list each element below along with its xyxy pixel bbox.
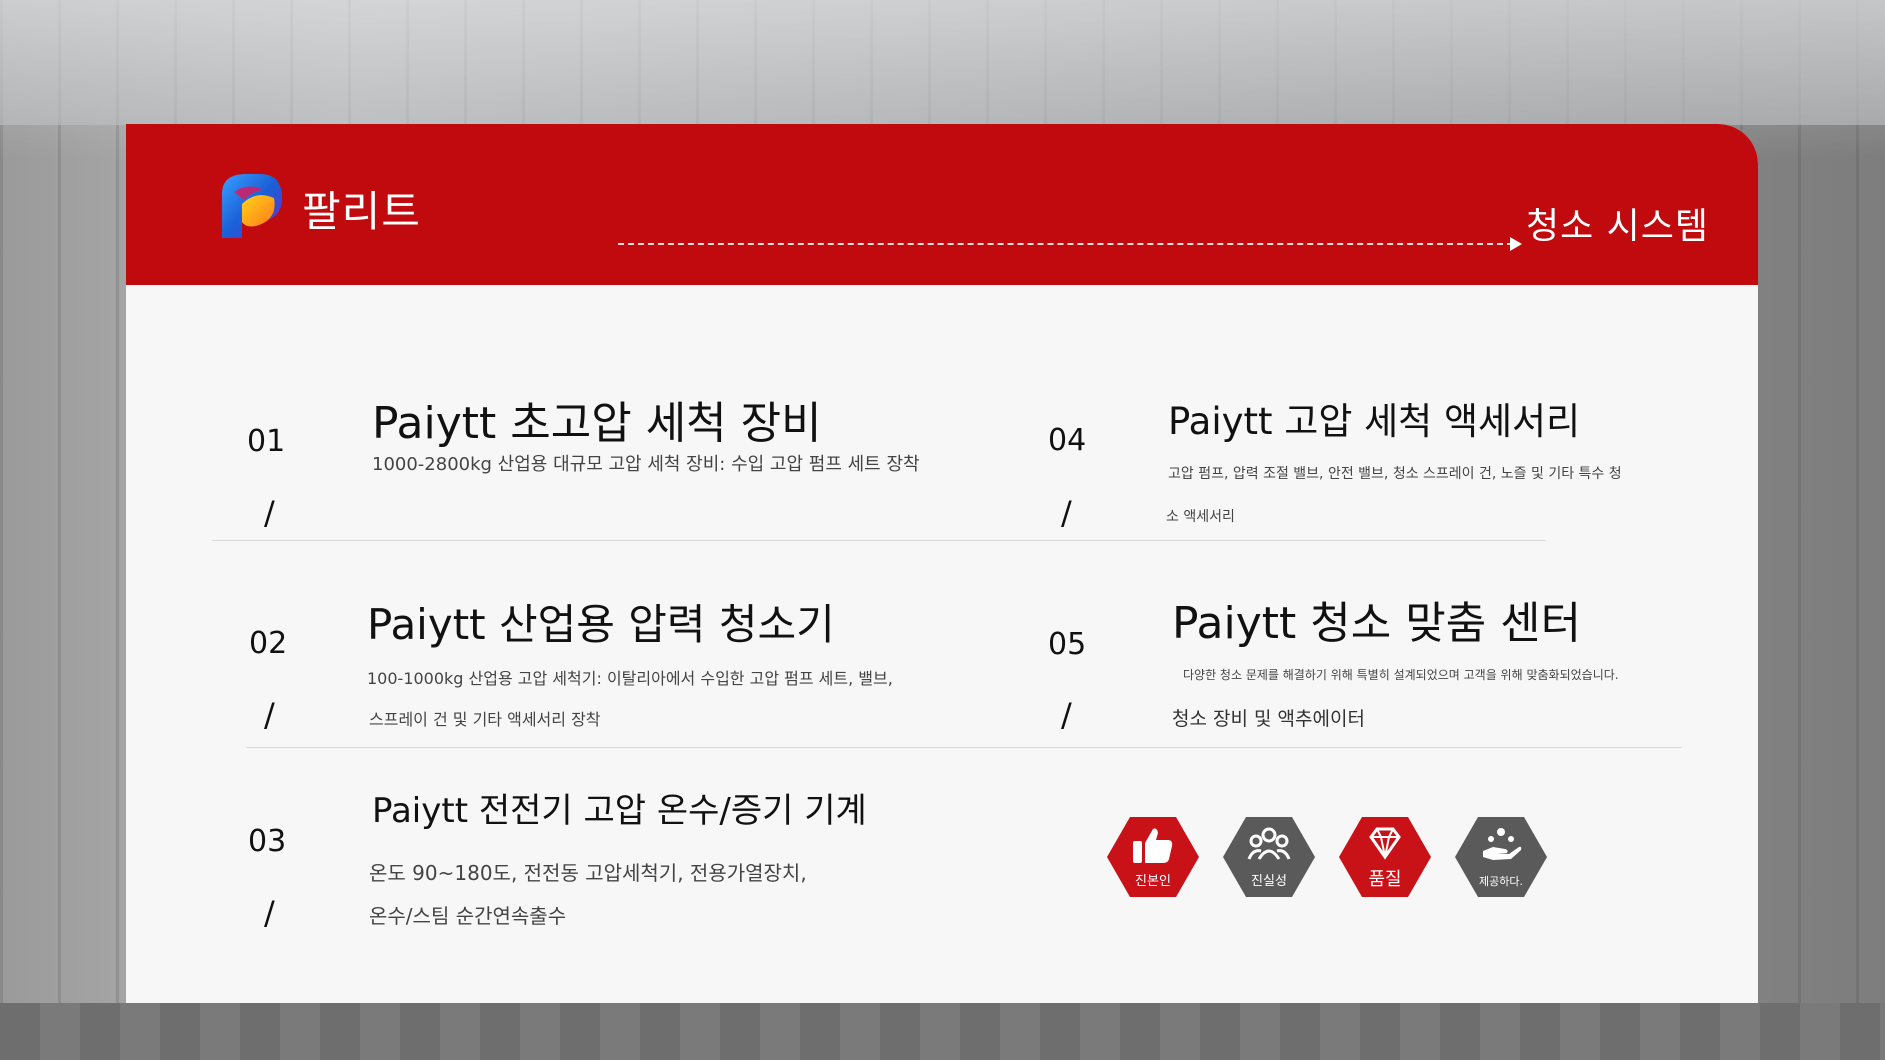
item-description-line: 청소 장비 및 액추에이터: [1172, 708, 1365, 730]
team-icon: [1247, 827, 1291, 860]
item-title: Paiytt 고압 세척 액세서리: [1168, 400, 1581, 443]
item-title: Paiytt 청소 맞춤 센터: [1172, 598, 1582, 649]
item-number: 01: [247, 424, 286, 459]
item-slash: /: [264, 494, 275, 532]
item-description-line: 소 액세서리: [1166, 509, 1235, 525]
item-description-line: 온도 90~180도, 전전동 고압세척기, 전용가열장치,: [369, 861, 807, 885]
content-card: 팔리트 청소 시스템 01 / Paiytt 초고압 세척 장비 1000-28…: [126, 124, 1758, 1003]
badge-sincerity: 진실성: [1223, 817, 1315, 897]
item-description-line: 다양한 청소 문제를 해결하기 위해 특별히 설계되었으며 고객을 위해 맞춤화…: [1183, 668, 1619, 682]
badge-authentic: 진본인: [1107, 817, 1199, 897]
item-slash: /: [1061, 494, 1072, 532]
badge-label: 제공하다.: [1479, 875, 1523, 888]
arrow-right-icon: [1510, 237, 1522, 251]
item-description: 1000-2800kg 산업용 대규모 고압 세척 장비: 수입 고압 펌프 세…: [372, 454, 920, 475]
item-slash: /: [1061, 696, 1072, 734]
item-number: 04: [1048, 423, 1087, 458]
item-description-line: 고압 펌프, 압력 조절 밸브, 안전 밸브, 청소 스프레이 건, 노즐 및 …: [1168, 466, 1622, 482]
header-bar: 팔리트 청소 시스템: [126, 124, 1758, 285]
item-description-line: 스프레이 건 및 기타 액세서리 장착: [369, 710, 601, 729]
item-number: 03: [248, 824, 287, 859]
item-title: Paiytt 초고압 세척 장비: [372, 398, 822, 449]
badge-provide: 제공하다.: [1455, 817, 1547, 897]
item-title: Paiytt 산업용 압력 청소기: [367, 600, 835, 649]
item-slash: /: [264, 696, 275, 734]
brand-name: 팔리트: [302, 187, 421, 236]
badge-quality: 품질: [1339, 817, 1431, 897]
item-number: 05: [1048, 627, 1087, 662]
section-title: 청소 시스템: [1526, 206, 1710, 247]
item-description-line: 100-1000kg 산업용 고압 세척기: 이탈리아에서 수입한 고압 펌프 …: [367, 669, 893, 688]
item-title: Paiytt 전전기 고압 온수/증기 기계: [372, 791, 867, 831]
row-divider: [1066, 540, 1546, 541]
item-number: 02: [249, 626, 288, 661]
header-dashed-line: [618, 243, 1513, 245]
background-ground: [0, 1003, 1885, 1060]
badge-label: 진본인: [1135, 874, 1171, 889]
brand-logo-icon: [222, 174, 282, 238]
background-sky: [0, 0, 1885, 125]
diamond-icon: [1369, 827, 1401, 860]
badge-label: 진실성: [1251, 874, 1287, 889]
badge-label: 품질: [1368, 869, 1402, 890]
row-divider: [246, 747, 1682, 748]
item-description-line: 온수/스팀 순간연속출수: [369, 904, 567, 928]
thumbs-up-icon: [1133, 828, 1173, 863]
hand-care-icon: [1483, 828, 1522, 860]
row-divider: [212, 540, 1164, 541]
item-slash: /: [264, 894, 275, 932]
